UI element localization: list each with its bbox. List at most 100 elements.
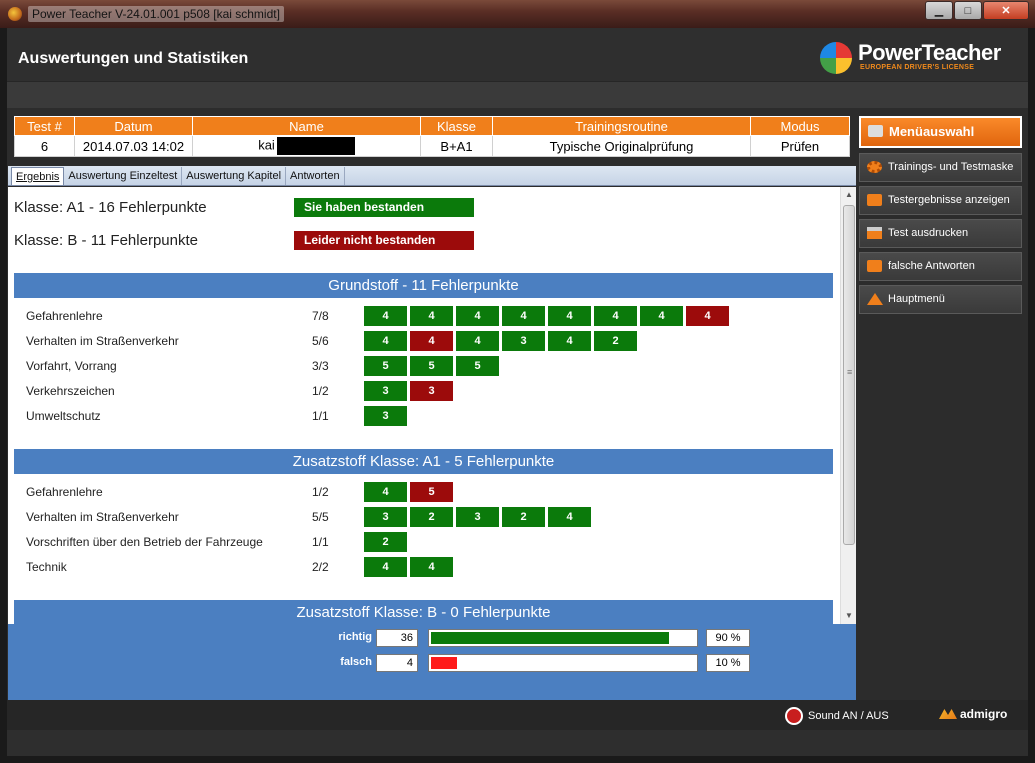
tab-auswertung-kapitel[interactable]: Auswertung Kapitel — [182, 167, 287, 185]
close-button[interactable]: ✕ — [983, 1, 1029, 20]
question-cells: 2 — [364, 532, 407, 552]
stat-label: richtig — [338, 631, 372, 643]
question-cell-correct[interactable]: 3 — [502, 331, 545, 351]
menu-trainings-testmaske-button[interactable]: Trainings- und Testmaske — [859, 153, 1022, 182]
menu-falsche-antworten-button[interactable]: falsche Antworten — [859, 252, 1022, 281]
col-routine: Trainingsroutine — [492, 116, 751, 136]
stat-bar-track — [428, 629, 698, 647]
question-cell-correct[interactable]: 5 — [364, 356, 407, 376]
cell-klasse: B+A1 — [420, 135, 493, 157]
tab-bar: Ergebnis Auswertung Einzeltest Auswertun… — [8, 166, 856, 186]
question-cell-correct[interactable]: 4 — [364, 557, 407, 577]
question-cell-wrong[interactable]: 5 — [410, 482, 453, 502]
cell-routine: Typische Originalprüfung — [492, 135, 751, 157]
question-cell-correct[interactable]: 4 — [594, 306, 637, 326]
topic-label: Vorfahrt, Vorrang — [26, 359, 117, 373]
house-icon — [867, 293, 883, 305]
col-datum: Datum — [74, 116, 193, 136]
admigro-mark-icon — [939, 709, 957, 719]
scroll-down-icon[interactable]: ▼ — [841, 608, 856, 624]
question-cell-correct[interactable]: 2 — [410, 507, 453, 527]
logo-ball-icon — [820, 42, 852, 74]
tab-antworten[interactable]: Antworten — [286, 167, 345, 185]
menu-hauptmenue-button[interactable]: Hauptmenü — [859, 285, 1022, 314]
content-scrollbar[interactable]: ▲ ≡ ▼ — [840, 187, 856, 624]
menu-menueauswahl-button[interactable]: Menüauswahl — [859, 116, 1022, 148]
topic-score: 1/2 — [312, 384, 329, 398]
menu-testergebnisse-button[interactable]: Testergebnisse anzeigen — [859, 186, 1022, 215]
test-info-table: Test # Datum Name Klasse Trainingsroutin… — [14, 116, 850, 157]
topic-row: Verhalten im Straßenverkehr 5/5 3 2 3 2 4 — [26, 507, 826, 527]
maximize-button[interactable]: □ — [954, 1, 982, 20]
menu-test-ausdrucken-button[interactable]: Test ausdrucken — [859, 219, 1022, 248]
question-cell-correct[interactable]: 4 — [640, 306, 683, 326]
question-cell-correct[interactable]: 5 — [410, 356, 453, 376]
name-redaction — [276, 137, 355, 155]
menu-label: falsche Antworten — [888, 260, 975, 272]
question-cell-correct[interactable]: 3 — [364, 381, 407, 401]
question-cell-correct[interactable]: 4 — [364, 306, 407, 326]
window-controls: ▁ □ ✕ — [925, 1, 1029, 20]
question-cell-correct[interactable]: 3 — [456, 507, 499, 527]
scroll-thumb[interactable]: ≡ — [843, 205, 855, 545]
section-header: Zusatzstoff Klasse: B - 0 Fehlerpunkte — [14, 600, 833, 624]
stat-label: falsch — [340, 656, 372, 668]
question-cell-correct[interactable]: 4 — [364, 482, 407, 502]
col-klasse: Klasse — [420, 116, 493, 136]
topic-row: Vorschriften über den Betrieb der Fahrze… — [26, 532, 826, 552]
tab-auswertung-einzeltest[interactable]: Auswertung Einzeltest — [64, 167, 183, 185]
topic-row: Technik 2/2 4 4 — [26, 557, 826, 577]
scroll-grip-icon: ≡ — [847, 367, 853, 377]
question-cell-correct[interactable]: 4 — [548, 507, 591, 527]
question-cells: 32324 — [364, 507, 591, 527]
question-cell-correct[interactable]: 4 — [548, 331, 591, 351]
question-cell-correct[interactable]: 3 — [364, 507, 407, 527]
question-cells: 33 — [364, 381, 453, 401]
cell-datum: 2014.07.03 14:02 — [74, 135, 193, 157]
question-cell-correct[interactable]: 4 — [548, 306, 591, 326]
question-cell-correct[interactable]: 4 — [502, 306, 545, 326]
minimize-button[interactable]: ▁ — [925, 1, 953, 20]
question-cell-correct[interactable]: 4 — [410, 306, 453, 326]
result-a1-text: Klasse: A1 - 16 Fehlerpunkte — [14, 199, 207, 216]
question-cell-correct[interactable]: 2 — [594, 331, 637, 351]
menu-label: Hauptmenü — [888, 293, 945, 305]
printer-icon — [867, 227, 882, 239]
sound-toggle[interactable]: Sound AN / AUS — [785, 707, 889, 725]
app-icon — [8, 7, 22, 21]
question-cell-correct[interactable]: 2 — [364, 532, 407, 552]
result-b-badge: Leider nicht bestanden — [294, 231, 474, 250]
col-name: Name — [192, 116, 421, 136]
topic-label: Vorschriften über den Betrieb der Fahrze… — [26, 535, 263, 549]
question-cell-wrong[interactable]: 4 — [686, 306, 729, 326]
question-cell-correct[interactable]: 2 — [502, 507, 545, 527]
stat-percent: 10 % — [706, 654, 750, 672]
stat-count: 4 — [376, 654, 418, 672]
section-header: Grundstoff - 11 Fehlerpunkte — [14, 273, 833, 298]
question-cell-wrong[interactable]: 3 — [410, 381, 453, 401]
question-cell-correct[interactable]: 4 — [364, 331, 407, 351]
logo-brand: PowerTeacher — [858, 40, 1001, 65]
topic-row: Vorfahrt, Vorrang 3/3 5 5 5 — [26, 356, 826, 376]
question-cell-correct[interactable]: 4 — [456, 306, 499, 326]
question-cell-correct[interactable]: 3 — [364, 406, 407, 426]
window-title: Power Teacher V-24.01.001 p508 [kai schm… — [28, 6, 284, 22]
tab-ergebnis[interactable]: Ergebnis — [11, 167, 65, 185]
question-cell-correct[interactable]: 5 — [456, 356, 499, 376]
name-value: kai — [258, 137, 275, 153]
folder-icon — [867, 194, 882, 206]
question-cell-correct[interactable]: 4 — [456, 331, 499, 351]
cell-name: kai — [192, 135, 421, 157]
window-titlebar: Power Teacher V-24.01.001 p508 [kai schm… — [0, 0, 1035, 28]
topic-label: Verhalten im Straßenverkehr — [26, 334, 179, 348]
scroll-up-icon[interactable]: ▲ — [841, 187, 856, 203]
question-cells: 45 — [364, 482, 453, 502]
header-band — [7, 82, 1028, 108]
question-cell-correct[interactable]: 4 — [410, 557, 453, 577]
admigro-brand: admigro — [960, 707, 1008, 721]
topic-score: 1/1 — [312, 409, 329, 423]
topic-score: 2/2 — [312, 560, 329, 574]
section-header: Zusatzstoff Klasse: A1 - 5 Fehlerpunkte — [14, 449, 833, 474]
question-cell-wrong[interactable]: 4 — [410, 331, 453, 351]
topic-label: Umweltschutz — [26, 409, 101, 423]
